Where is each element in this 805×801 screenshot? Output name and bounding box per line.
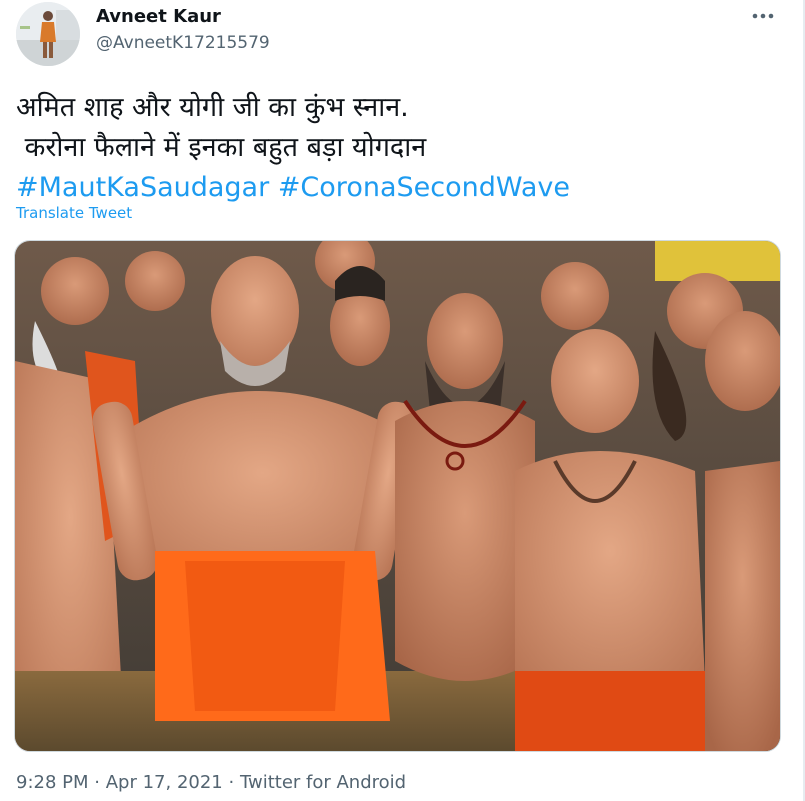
tweet-date[interactable]: Apr 17, 2021 — [106, 772, 223, 793]
tweet-text-line-2: करोना फैलाने में इनका बहुत बड़ा योगदान — [16, 132, 427, 163]
tweet-text: अमित शाह और योगी जी का कुंभ स्नान. करोना… — [16, 88, 786, 208]
hashtag-mautkasaudagar[interactable]: #MautKaSaudagar — [16, 172, 269, 203]
more-options-button[interactable] — [749, 4, 777, 28]
tweet-photo[interactable] — [14, 240, 781, 752]
meta-separator-1: · — [94, 772, 100, 793]
photo-illustration — [15, 241, 780, 751]
hashtag-coronasecondwave[interactable]: #CoronaSecondWave — [278, 172, 570, 203]
translate-tweet-link[interactable]: Translate Tweet — [16, 204, 132, 222]
tweet-text-line-1: अमित शाह और योगी जी का कुंभ स्नान. — [16, 92, 409, 123]
meta-separator-2: · — [228, 772, 235, 793]
tweet-time[interactable]: 9:28 PM — [16, 772, 89, 793]
more-horizontal-icon — [752, 13, 774, 19]
tweet-metadata: 9:28 PM · Apr 17, 2021 · Twitter for And… — [16, 772, 406, 793]
tweet-source[interactable]: Twitter for Android — [240, 772, 406, 793]
hashtag-row: #MautKaSaudagar #CoronaSecondWave — [16, 168, 786, 208]
author-handle[interactable]: @AvneetK17215579 — [96, 33, 270, 53]
author-name[interactable]: Avneet Kaur — [96, 6, 221, 27]
avatar[interactable] — [16, 2, 80, 66]
tweet-card: Avneet Kaur @AvneetK17215579 अमित शाह और… — [0, 0, 805, 801]
